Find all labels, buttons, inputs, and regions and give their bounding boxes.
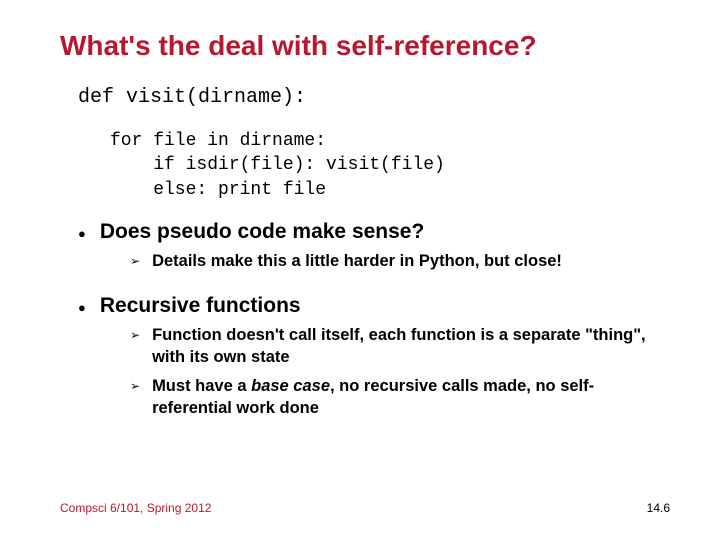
bullet-dot-icon: ● [78, 226, 86, 241]
slide-title: What's the deal with self-reference? [60, 30, 670, 62]
sub-italic: base case [251, 377, 330, 395]
code-def-line: def visit(dirname): [78, 84, 670, 111]
arrow-icon: ➢ [130, 328, 140, 342]
sub-bullet-item: ➢ Details make this a little harder in P… [130, 250, 670, 272]
bullet-item: ● Does pseudo code make sense? [78, 220, 670, 244]
sub-bullet-text: Details make this a little harder in Pyt… [152, 250, 562, 272]
arrow-icon: ➢ [130, 379, 140, 393]
bullet-text: Does pseudo code make sense? [100, 220, 424, 244]
code-body: for file in dirname: if isdir(file): vis… [110, 129, 670, 202]
sub-prefix: Must have a [152, 377, 251, 395]
sub-bullet-text: Must have a base case, no recursive call… [152, 375, 670, 420]
sub-bullet-item: ➢ Function doesn't call itself, each fun… [130, 324, 670, 369]
footer-right: 14.6 [647, 501, 670, 515]
bullet-dot-icon: ● [78, 300, 86, 315]
footer-left: Compsci 6/101, Spring 2012 [60, 501, 211, 515]
bullet-text: Recursive functions [100, 294, 301, 318]
sub-bullet-item: ➢ Must have a base case, no recursive ca… [130, 375, 670, 420]
sub-bullet-text: Function doesn't call itself, each funct… [152, 324, 670, 369]
bullet-item: ● Recursive functions [78, 294, 670, 318]
slide: What's the deal with self-reference? def… [0, 0, 720, 419]
arrow-icon: ➢ [130, 254, 140, 268]
